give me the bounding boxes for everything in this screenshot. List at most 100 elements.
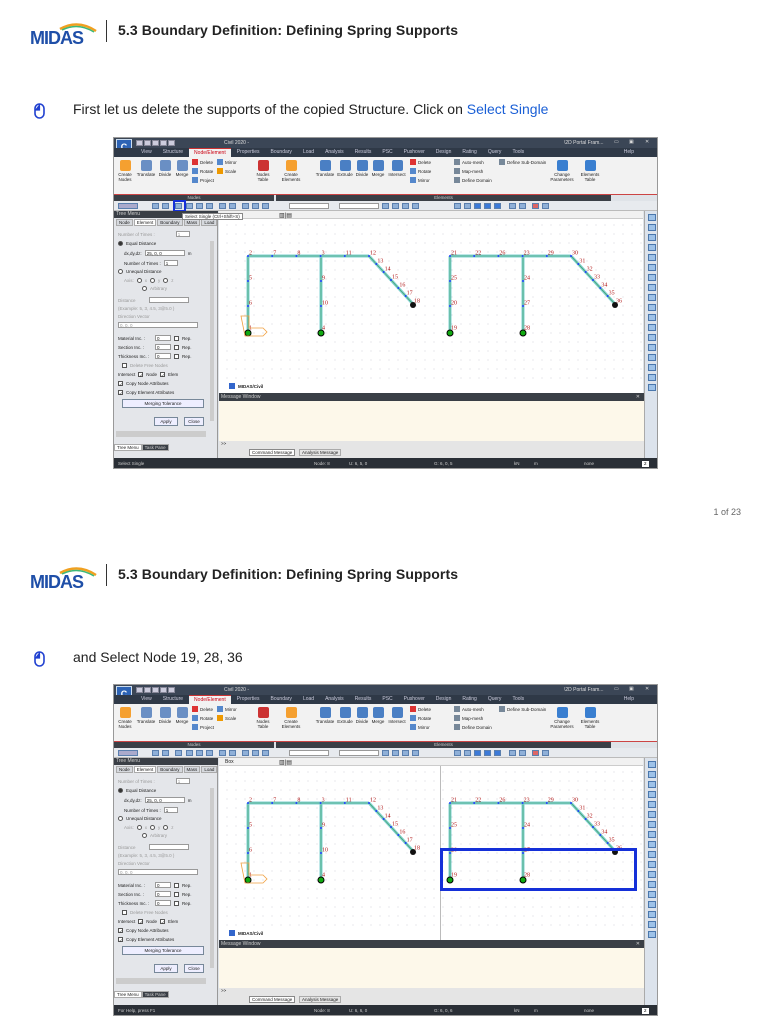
view-icon[interactable] bbox=[648, 344, 656, 351]
view-icon[interactable] bbox=[392, 750, 399, 756]
extrude-button[interactable]: Extrude bbox=[336, 707, 354, 724]
material-inc-input[interactable]: 0 bbox=[155, 335, 171, 341]
define-domain-button[interactable]: Define Domain bbox=[454, 177, 492, 183]
nav-arrows-icon[interactable] bbox=[118, 203, 138, 209]
element-number-icon[interactable] bbox=[519, 750, 526, 756]
tab-tools[interactable]: Tools bbox=[507, 148, 529, 157]
define-sub-domain-button[interactable]: Define Sub-Domain bbox=[499, 706, 546, 712]
intersect-elem-checkbox[interactable]: ✓ bbox=[160, 919, 166, 925]
help-menu[interactable]: Help bbox=[619, 695, 639, 704]
close-message-icon[interactable]: ✕ bbox=[636, 940, 640, 948]
element-number-icon[interactable] bbox=[519, 203, 526, 209]
zoom-icon[interactable] bbox=[648, 781, 656, 788]
tab-pushover[interactable]: Pushover bbox=[399, 148, 430, 157]
maximize-button[interactable]: ▣ bbox=[629, 686, 634, 692]
merging-tolerance-button[interactable]: Merging Tolerance bbox=[122, 399, 204, 408]
quick-save-icon[interactable] bbox=[152, 687, 159, 693]
force-unit-select[interactable]: kN bbox=[514, 458, 520, 468]
nodes-table-button[interactable]: Nodes Table bbox=[254, 707, 272, 729]
tab-node-element[interactable]: Node/Element bbox=[189, 148, 231, 157]
merge-elements-button[interactable]: Merge bbox=[370, 160, 386, 177]
mirror-elements-button[interactable]: Mirror bbox=[410, 724, 430, 730]
render-icon[interactable] bbox=[542, 750, 549, 756]
close-message-icon[interactable]: ✕ bbox=[636, 393, 640, 401]
view-icon[interactable] bbox=[648, 911, 656, 918]
unequal-distance-radio[interactable] bbox=[118, 816, 123, 821]
tab-node-element[interactable]: Node/Element bbox=[189, 695, 231, 704]
select-polygon-icon[interactable] bbox=[162, 203, 169, 209]
select-icon[interactable] bbox=[262, 203, 269, 209]
tab-element[interactable]: Element bbox=[133, 219, 157, 226]
tab-load[interactable]: Load bbox=[298, 148, 319, 157]
display-icon[interactable] bbox=[464, 750, 471, 756]
axis-z-radio[interactable] bbox=[163, 278, 169, 283]
view-icon[interactable] bbox=[648, 821, 656, 828]
tab-command-message[interactable]: Command Message bbox=[249, 449, 296, 456]
tab-tree-menu[interactable]: Tree Menu bbox=[114, 991, 142, 998]
tab-boundary[interactable]: Boundary bbox=[266, 695, 297, 704]
distance-input[interactable] bbox=[148, 297, 189, 303]
view-document-tab[interactable]: MIDAS/Civil bbox=[229, 930, 263, 936]
quick-print-icon[interactable] bbox=[160, 687, 167, 693]
horizontal-scrollbar[interactable] bbox=[116, 431, 206, 437]
translate-elements-button[interactable]: Translate bbox=[314, 707, 336, 724]
unequal-distance-radio[interactable] bbox=[118, 269, 123, 274]
axis-y-radio[interactable] bbox=[150, 825, 156, 830]
close-button[interactable]: Close bbox=[184, 417, 204, 426]
project-nodes-button[interactable]: Project bbox=[192, 177, 214, 183]
delete-elements-button[interactable]: Delete bbox=[410, 159, 431, 165]
select-type-dropdown[interactable] bbox=[289, 750, 329, 756]
length-unit-select[interactable]: m bbox=[534, 458, 538, 468]
tab-analysis[interactable]: Analysis bbox=[320, 148, 349, 157]
close-button[interactable]: Close bbox=[184, 964, 204, 973]
section-inc-input[interactable]: 0 bbox=[155, 344, 171, 350]
pan-icon[interactable] bbox=[648, 244, 656, 251]
arbitrary-radio[interactable] bbox=[142, 833, 147, 838]
filter-select[interactable]: none bbox=[584, 458, 594, 468]
translate-nodes-button[interactable]: Translate bbox=[136, 160, 156, 177]
intersect-elem-checkbox[interactable]: ✓ bbox=[160, 372, 166, 378]
select-identity2-icon[interactable] bbox=[252, 750, 259, 756]
display-icon[interactable] bbox=[454, 750, 461, 756]
axis-y-radio[interactable] bbox=[150, 278, 156, 283]
select-all-icon[interactable] bbox=[206, 203, 213, 209]
select-plane-icon[interactable] bbox=[196, 750, 203, 756]
view-icon[interactable] bbox=[648, 871, 656, 878]
filter-select[interactable]: none bbox=[584, 1005, 594, 1015]
arbitrary-radio[interactable] bbox=[142, 286, 147, 291]
delete-free-nodes-checkbox[interactable] bbox=[122, 363, 127, 368]
select-intersect-icon[interactable] bbox=[186, 203, 193, 209]
view-icon[interactable] bbox=[648, 851, 656, 858]
create-nodes-button[interactable]: Create Nodes bbox=[116, 707, 134, 729]
tab-results[interactable]: Results bbox=[350, 695, 377, 704]
axis-x-radio[interactable] bbox=[136, 825, 142, 830]
render-icon[interactable] bbox=[542, 203, 549, 209]
rotate-view-icon[interactable] bbox=[648, 254, 656, 261]
view-icon[interactable] bbox=[412, 203, 419, 209]
minimize-button[interactable]: ▭ bbox=[614, 686, 619, 692]
vertical-scrollbar[interactable] bbox=[210, 788, 214, 968]
tab-load[interactable]: Load bbox=[201, 219, 218, 226]
view-icon[interactable] bbox=[648, 811, 656, 818]
mirror-nodes-button[interactable]: Mirror bbox=[217, 706, 237, 712]
page-input[interactable]: 2 bbox=[642, 1008, 649, 1014]
view-icon[interactable] bbox=[648, 841, 656, 848]
view-icon[interactable] bbox=[648, 274, 656, 281]
previous-select-icon[interactable] bbox=[229, 203, 236, 209]
dxdydz-input[interactable]: 25, 0, 0 bbox=[144, 797, 185, 803]
define-domain-button[interactable]: Define Domain bbox=[454, 724, 492, 730]
merging-tolerance-button[interactable]: Merging Tolerance bbox=[122, 946, 204, 955]
scale-nodes-button[interactable]: Scale bbox=[217, 168, 236, 174]
distance-input[interactable] bbox=[148, 844, 189, 850]
tab-node[interactable]: Node bbox=[116, 766, 133, 773]
display-icon[interactable] bbox=[464, 203, 471, 209]
intersect-button[interactable]: Intersect bbox=[386, 160, 408, 177]
section-rep-checkbox[interactable] bbox=[174, 344, 179, 350]
project-nodes-button[interactable]: Project bbox=[192, 724, 214, 730]
nodes-table-button[interactable]: Nodes Table bbox=[254, 160, 272, 182]
tab-element[interactable]: Element bbox=[133, 766, 157, 773]
quick-open-icon[interactable] bbox=[144, 140, 151, 146]
section-inc-input[interactable]: 0 bbox=[155, 891, 171, 897]
thickness-inc-input[interactable]: 0 bbox=[155, 900, 171, 906]
delete-elements-button[interactable]: Delete bbox=[410, 706, 431, 712]
